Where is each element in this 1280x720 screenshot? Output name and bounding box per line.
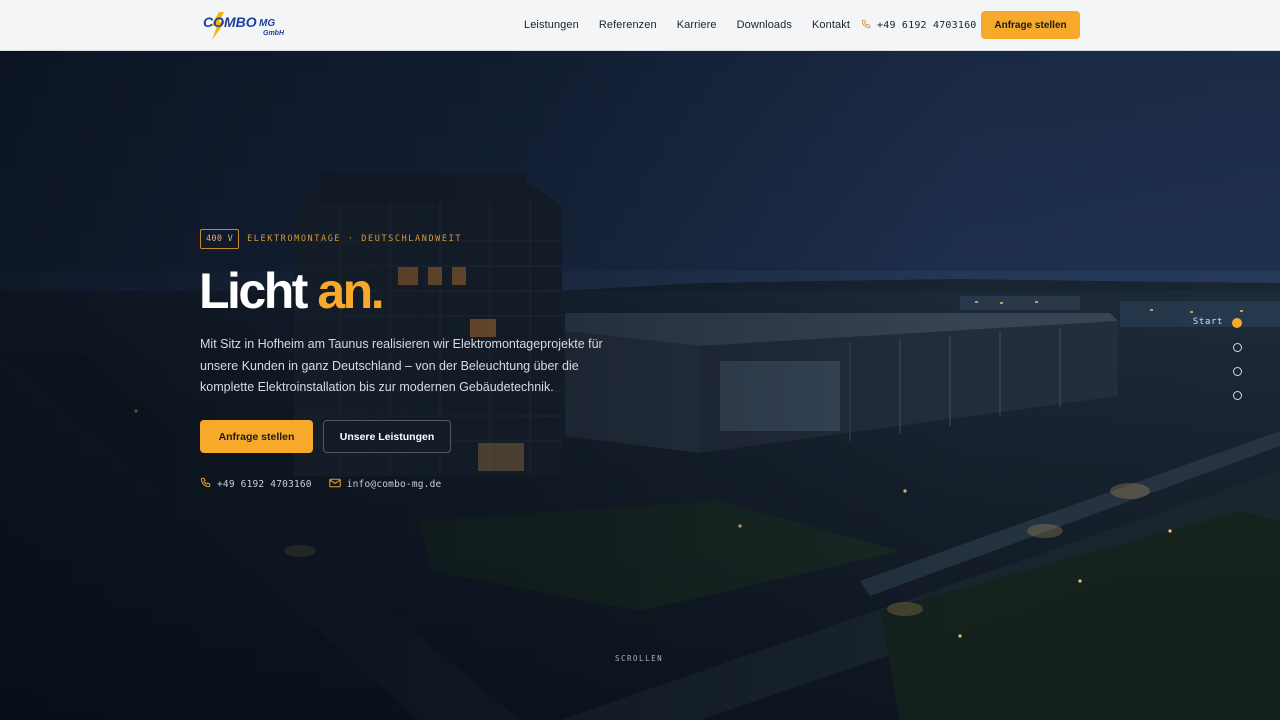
hero-contact-row: +49 6192 4703160 info@combo-mg.de — [200, 475, 458, 493]
section-dot-2[interactable] — [1233, 343, 1242, 352]
services-button[interactable]: Unsere Leistungen — [323, 420, 451, 453]
voltage-badge: 400 V — [200, 229, 240, 249]
hero-email-address: info@combo-mg.de — [346, 478, 442, 490]
hero-email-link[interactable]: info@combo-mg.de — [328, 475, 442, 493]
phone-icon — [861, 16, 871, 34]
section-dot-navigation: Start — [1186, 317, 1246, 407]
headline-part-1: Licht — [199, 263, 308, 319]
hero-section: 400 V ELEKTROMONTAGE · DEUTSCHLANDWEIT L… — [0, 51, 1280, 720]
hero-headline: Licht an. — [199, 259, 385, 323]
nav-link-downloads[interactable]: Downloads — [737, 19, 792, 31]
active-section-label: Start — [1192, 317, 1223, 327]
eyebrow-text: ELEKTROMONTAGE · DEUTSCHLANDWEIT — [247, 234, 463, 244]
svg-text:MG: MG — [259, 18, 275, 29]
nav-request-button[interactable]: Anfrage stellen — [981, 11, 1080, 39]
mail-icon — [328, 475, 341, 493]
scroll-hint[interactable]: SCROLLEN — [615, 654, 663, 663]
hero-phone-number: +49 6192 4703160 — [217, 478, 312, 490]
hero-description: Mit Sitz in Hofheim am Taunus realisiere… — [200, 337, 603, 394]
nav-link-kontakt[interactable]: Kontakt — [812, 19, 850, 31]
top-navigation: COMBO MG GmbH Leistungen Referenzen Karr… — [0, 0, 1280, 51]
section-dot-start[interactable] — [1232, 318, 1242, 328]
hero-phone-link[interactable]: +49 6192 4703160 — [200, 475, 312, 493]
company-logo[interactable]: COMBO MG GmbH — [201, 11, 297, 41]
main-menu: Leistungen Referenzen Karriere Downloads… — [524, 0, 870, 50]
hero-eyebrow: 400 V ELEKTROMONTAGE · DEUTSCHLANDWEIT — [200, 229, 462, 249]
nav-link-karriere[interactable]: Karriere — [677, 19, 717, 31]
headline-part-2: an. — [317, 263, 384, 319]
nav-phone-link[interactable]: +49 6192 4703160 — [861, 0, 977, 50]
request-button[interactable]: Anfrage stellen — [200, 420, 313, 453]
svg-text:COMBO: COMBO — [203, 14, 257, 30]
section-dot-3[interactable] — [1233, 367, 1242, 376]
section-dot-4[interactable] — [1233, 391, 1242, 400]
nav-link-referenzen[interactable]: Referenzen — [599, 19, 657, 31]
hero-overlay — [0, 51, 1280, 720]
phone-icon — [200, 475, 211, 493]
nav-link-leistungen[interactable]: Leistungen — [524, 19, 579, 31]
nav-phone-number: +49 6192 4703160 — [877, 19, 977, 31]
svg-text:GmbH: GmbH — [263, 30, 285, 37]
